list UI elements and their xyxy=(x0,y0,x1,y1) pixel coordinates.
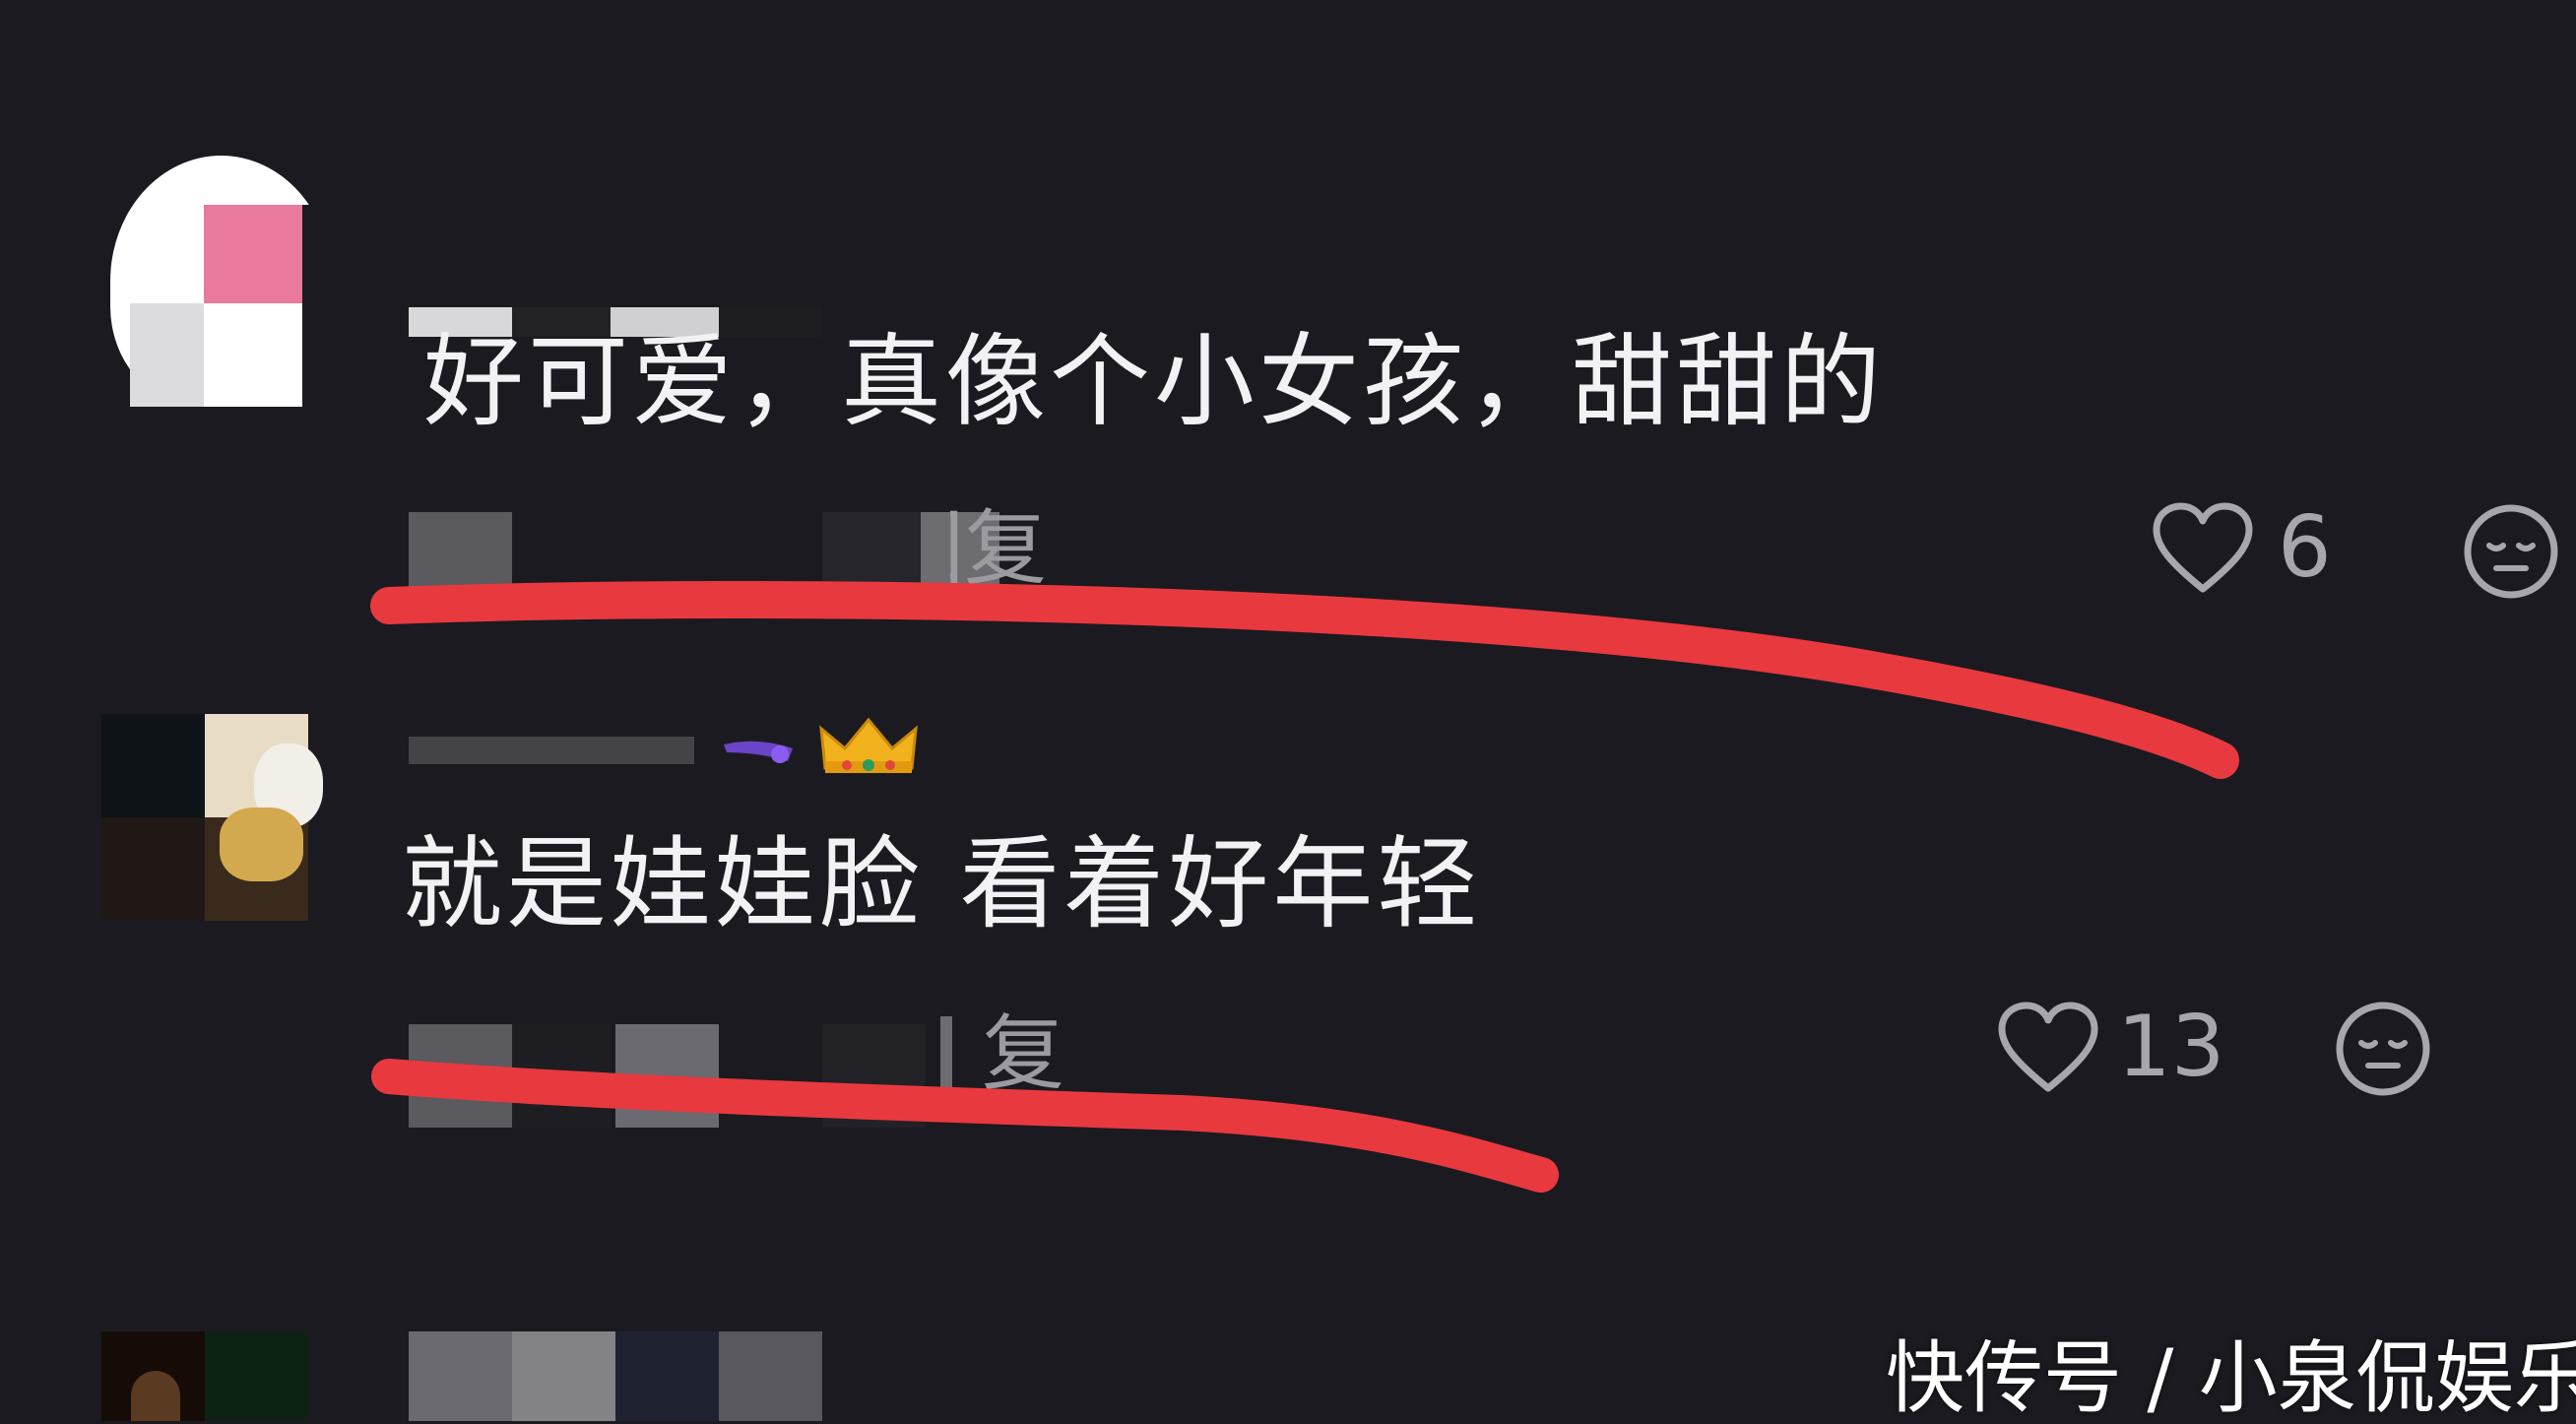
watermark: 快传号 / 小泉侃娱乐 xyxy=(1886,1332,2576,1424)
annotation-underline xyxy=(370,580,2239,1193)
